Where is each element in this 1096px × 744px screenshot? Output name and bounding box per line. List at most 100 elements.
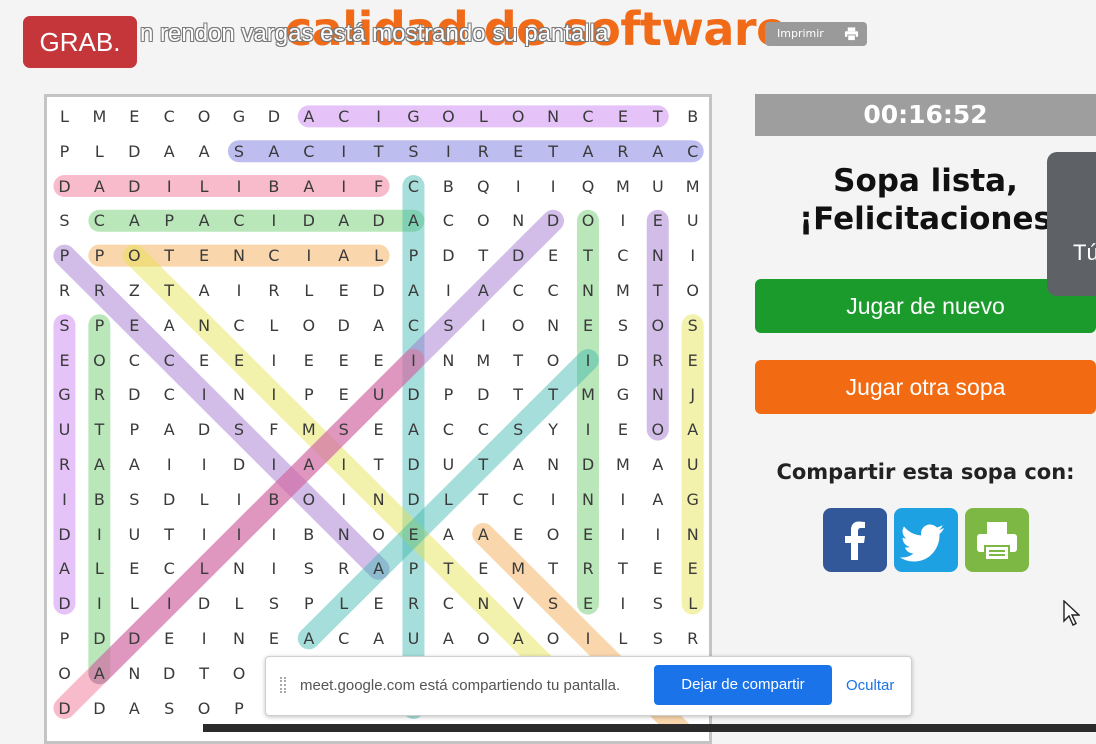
grid-cell[interactable]: R: [326, 551, 361, 586]
grid-cell[interactable]: B: [82, 482, 117, 517]
grid-cell[interactable]: T: [361, 134, 396, 169]
grid-cell[interactable]: S: [291, 551, 326, 586]
grid-cell[interactable]: I: [326, 169, 361, 204]
grid-cell[interactable]: D: [536, 203, 571, 238]
grid-cell[interactable]: A: [640, 447, 675, 482]
grid-cell[interactable]: E: [361, 343, 396, 378]
grid-cell[interactable]: E: [361, 412, 396, 447]
grid-cell[interactable]: D: [117, 169, 152, 204]
facebook-share-button[interactable]: [823, 508, 887, 572]
grid-cell[interactable]: P: [47, 134, 82, 169]
grid-cell[interactable]: R: [605, 134, 640, 169]
grid-cell[interactable]: O: [501, 308, 536, 343]
grid-cell[interactable]: I: [152, 447, 187, 482]
grid-cell[interactable]: I: [536, 169, 571, 204]
grid-cell[interactable]: F: [361, 169, 396, 204]
grid-cell[interactable]: N: [536, 447, 571, 482]
grid-cell[interactable]: D: [82, 691, 117, 726]
grid-cell[interactable]: D: [571, 447, 606, 482]
drag-handle-icon[interactable]: [280, 677, 286, 693]
grid-cell[interactable]: O: [187, 691, 222, 726]
grid-cell[interactable]: B: [431, 169, 466, 204]
grid-cell[interactable]: L: [187, 482, 222, 517]
grid-cell[interactable]: I: [605, 517, 640, 552]
grid-cell[interactable]: I: [675, 238, 710, 273]
grid-cell[interactable]: S: [47, 203, 82, 238]
grid-cell[interactable]: I: [640, 517, 675, 552]
play-other-button[interactable]: Jugar otra sopa: [755, 360, 1096, 414]
grid-cell[interactable]: D: [117, 134, 152, 169]
grid-cell[interactable]: G: [396, 99, 431, 134]
grid-cell[interactable]: O: [47, 656, 82, 691]
grid-cell[interactable]: D: [361, 203, 396, 238]
grid-cell[interactable]: A: [640, 482, 675, 517]
grid-cell[interactable]: P: [431, 377, 466, 412]
grid-cell[interactable]: J: [675, 377, 710, 412]
grid-cell[interactable]: C: [222, 203, 257, 238]
grid-cell[interactable]: A: [152, 412, 187, 447]
grid-cell[interactable]: E: [396, 517, 431, 552]
grid-cell[interactable]: T: [501, 343, 536, 378]
grid-cell[interactable]: E: [47, 343, 82, 378]
grid-cell[interactable]: P: [152, 203, 187, 238]
grid-cell[interactable]: D: [256, 99, 291, 134]
grid-cell[interactable]: N: [640, 377, 675, 412]
grid-cell[interactable]: I: [431, 134, 466, 169]
grid-cell[interactable]: A: [466, 517, 501, 552]
grid-cell[interactable]: I: [82, 517, 117, 552]
grid-cell[interactable]: I: [47, 482, 82, 517]
grid-cell[interactable]: A: [117, 203, 152, 238]
grid-cell[interactable]: I: [536, 482, 571, 517]
grid-cell[interactable]: P: [82, 238, 117, 273]
grid-cell[interactable]: C: [431, 586, 466, 621]
grid-cell[interactable]: P: [291, 586, 326, 621]
stop-sharing-button[interactable]: Dejar de compartir: [654, 665, 832, 705]
grid-cell[interactable]: D: [396, 447, 431, 482]
grid-cell[interactable]: E: [501, 134, 536, 169]
grid-cell[interactable]: T: [640, 273, 675, 308]
grid-cell[interactable]: I: [326, 447, 361, 482]
grid-cell[interactable]: O: [291, 482, 326, 517]
grid-cell[interactable]: D: [396, 377, 431, 412]
grid-cell[interactable]: L: [187, 169, 222, 204]
grid-cell[interactable]: R: [675, 621, 710, 656]
hide-link[interactable]: Ocultar: [846, 677, 894, 694]
grid-cell[interactable]: N: [675, 517, 710, 552]
grid-cell[interactable]: M: [605, 169, 640, 204]
grid-cell[interactable]: S: [222, 412, 257, 447]
grid-cell[interactable]: A: [501, 447, 536, 482]
grid-cell[interactable]: O: [571, 203, 606, 238]
grid-cell[interactable]: O: [187, 99, 222, 134]
grid-cell[interactable]: U: [396, 621, 431, 656]
grid-cell[interactable]: A: [82, 656, 117, 691]
grid-cell[interactable]: I: [82, 586, 117, 621]
grid-cell[interactable]: C: [501, 482, 536, 517]
grid-cell[interactable]: A: [431, 621, 466, 656]
grid-cell[interactable]: L: [47, 99, 82, 134]
grid-cell[interactable]: A: [291, 447, 326, 482]
grid-cell[interactable]: C: [431, 412, 466, 447]
grid-cell[interactable]: N: [431, 343, 466, 378]
grid-cell[interactable]: U: [640, 169, 675, 204]
grid-cell[interactable]: E: [605, 99, 640, 134]
grid-cell[interactable]: A: [187, 134, 222, 169]
grid-cell[interactable]: D: [326, 308, 361, 343]
grid-cell[interactable]: I: [256, 551, 291, 586]
grid-cell[interactable]: O: [291, 308, 326, 343]
meet-side-panel[interactable]: Tú: [1047, 152, 1096, 296]
grid-cell[interactable]: L: [222, 586, 257, 621]
grid-cell[interactable]: I: [466, 308, 501, 343]
grid-cell[interactable]: N: [571, 482, 606, 517]
grid-cell[interactable]: E: [605, 412, 640, 447]
grid-cell[interactable]: U: [117, 517, 152, 552]
grid-cell[interactable]: E: [501, 517, 536, 552]
grid-cell[interactable]: L: [82, 551, 117, 586]
grid-cell[interactable]: L: [326, 586, 361, 621]
grid-cell[interactable]: E: [256, 621, 291, 656]
grid-cell[interactable]: S: [675, 308, 710, 343]
grid-cell[interactable]: M: [501, 551, 536, 586]
grid-cell[interactable]: D: [47, 691, 82, 726]
grid-cell[interactable]: I: [187, 517, 222, 552]
grid-cell[interactable]: I: [361, 99, 396, 134]
grid-cell[interactable]: R: [466, 134, 501, 169]
